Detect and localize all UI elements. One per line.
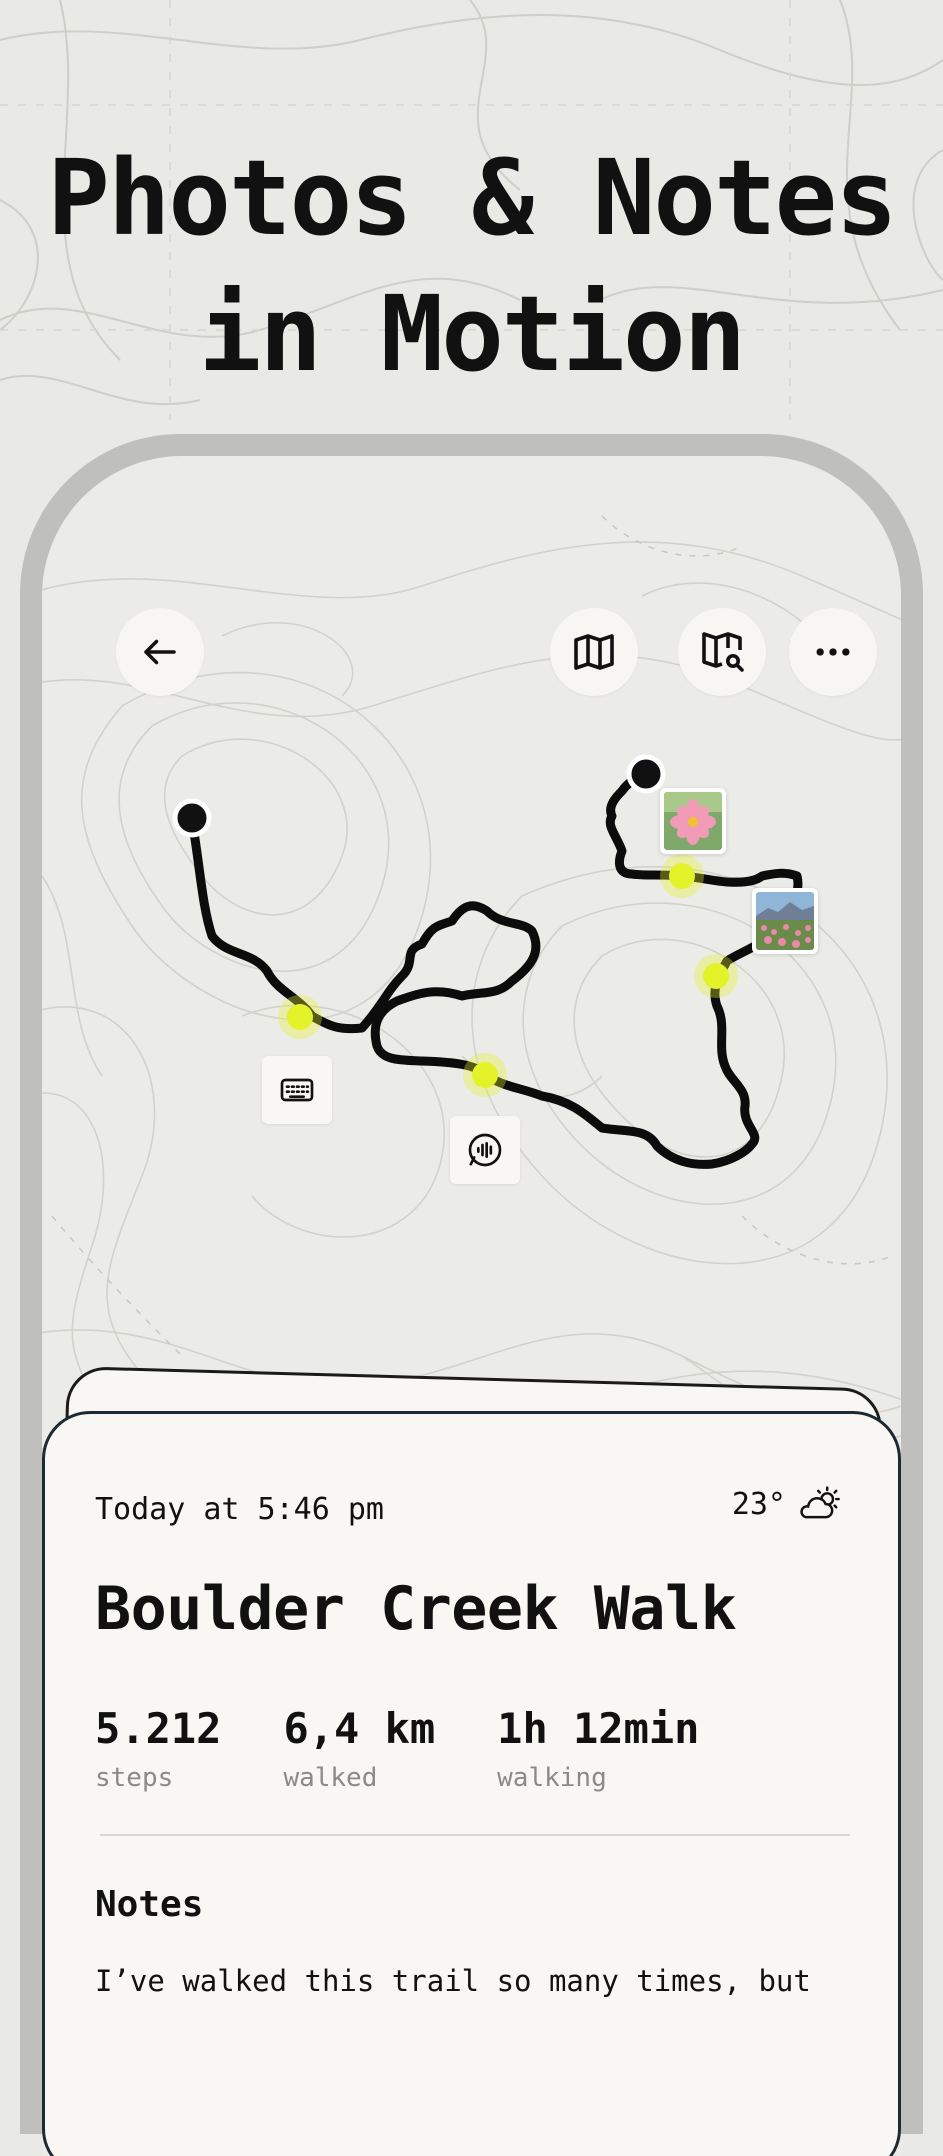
map-search-button[interactable] [678,608,766,696]
partly-sunny-icon [800,1486,840,1519]
route-end-marker[interactable] [626,754,666,794]
walk-time: Today at 5:46 pm [95,1492,384,1527]
stat-steps: 5.212 steps [95,1704,221,1793]
stat-duration: 1h 12min walking [497,1704,699,1793]
notes-heading: Notes [95,1884,204,1925]
annotation-points [278,854,738,1097]
walk-title: Boulder Creek Walk [95,1574,737,1644]
back-button[interactable] [116,608,204,696]
walk-stats: 5.212 steps 6,4 km walked 1h 12min walki… [95,1704,761,1793]
temperature: 23° [731,1486,786,1522]
divider [100,1834,850,1836]
photo-thumbnail-field[interactable] [752,888,818,954]
pink-flower-image [664,792,722,850]
voice-message-icon [468,1133,502,1167]
flower-field-image [756,892,814,950]
stat-label: walking [497,1763,607,1793]
route-start-marker[interactable] [172,798,212,838]
stat-value: 1h 12min [497,1704,700,1753]
stat-value: 5.212 [95,1704,222,1753]
more-button[interactable] [789,608,877,696]
map-icon [574,634,614,670]
voice-note-chip[interactable] [450,1116,520,1184]
stat-value: 6,4 km [283,1704,436,1753]
stat-label: steps [95,1763,174,1793]
weather-info: 23° [732,1484,842,1524]
map-search-icon [702,632,744,672]
keyboard-note-chip[interactable] [262,1056,332,1124]
stat-distance: 6,4 km walked [283,1704,435,1793]
keyboard-icon [280,1078,314,1102]
walk-detail-card[interactable]: Today at 5:46 pm 23° Boulder Creek Walk … [42,1411,901,2156]
stat-label: walked [283,1763,378,1793]
photo-thumbnail-flower[interactable] [660,788,726,854]
more-horizontal-icon [816,648,850,656]
map-view-button[interactable] [550,608,638,696]
headline-line-2: in Motion [198,273,747,395]
phone-frame: Today at 5:46 pm 23° Boulder Creek Walk … [20,434,923,2156]
arrow-left-icon [144,639,176,665]
headline: Photos & Notes in Motion [0,130,943,402]
notes-text[interactable]: I’ve walked this trail so many times, bu… [95,1964,811,1998]
phone-screen: Today at 5:46 pm 23° Boulder Creek Walk … [42,456,901,2156]
headline-line-1: Photos & Notes [47,137,898,259]
